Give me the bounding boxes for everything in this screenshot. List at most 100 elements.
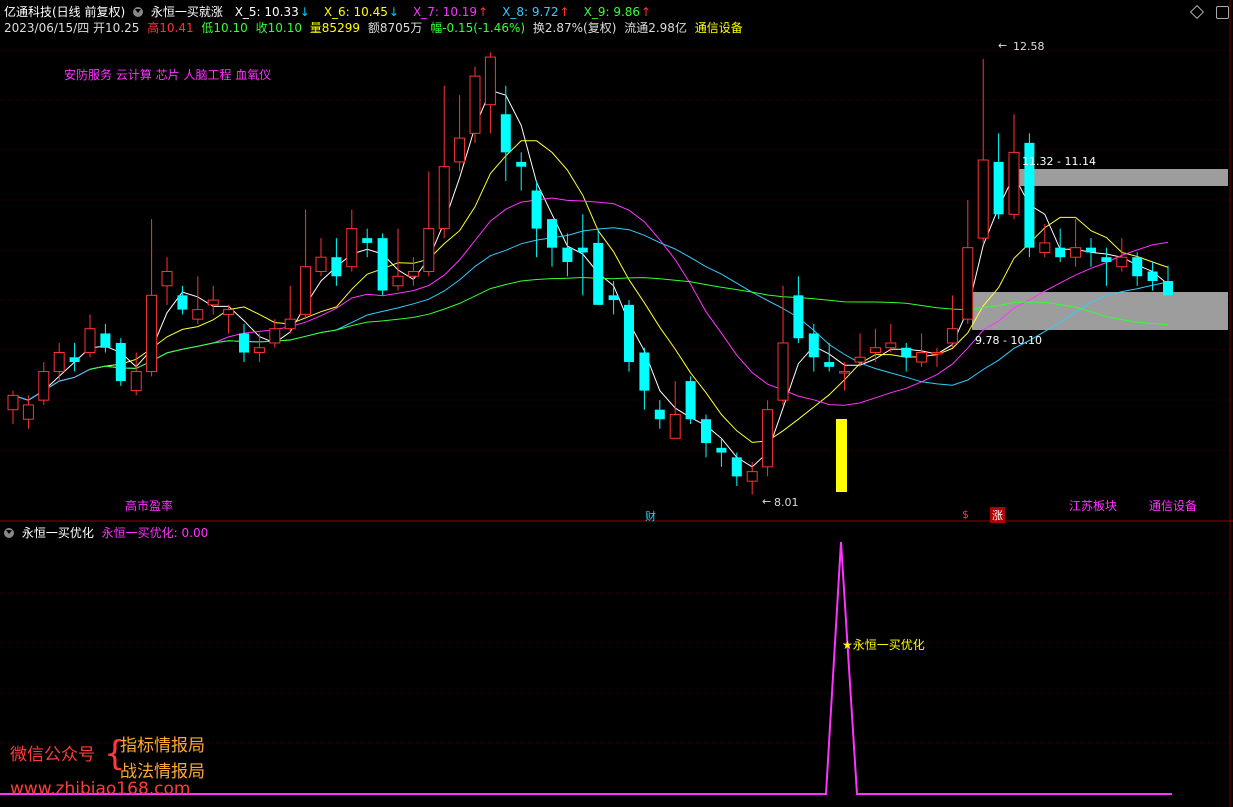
signal-label: ★永恒一买优化 — [842, 638, 925, 652]
candle[interactable] — [931, 347, 943, 367]
candle[interactable] — [484, 52, 496, 134]
volume-highlight-bar[interactable] — [836, 419, 847, 492]
candle-body — [762, 409, 774, 468]
candle[interactable] — [331, 238, 342, 286]
candle-body — [484, 56, 496, 106]
candle-body — [1147, 271, 1158, 282]
candle-body — [808, 333, 819, 358]
candle[interactable] — [438, 85, 450, 239]
candle[interactable] — [284, 285, 296, 334]
candle-body — [146, 294, 158, 373]
price-chart[interactable] — [0, 0, 1233, 807]
candle[interactable] — [1163, 265, 1173, 296]
candle[interactable] — [454, 95, 466, 172]
candle[interactable] — [762, 400, 774, 477]
high-price-label: 12.58 — [1013, 40, 1045, 53]
sub-panel-title[interactable]: 永恒一买优化 — [22, 526, 94, 540]
candle-body — [824, 362, 835, 367]
candle[interactable] — [192, 276, 204, 324]
wechat-label: 微信公众号 — [10, 745, 95, 765]
candle[interactable] — [962, 200, 974, 324]
candle[interactable] — [315, 238, 327, 277]
candle[interactable] — [69, 342, 80, 372]
candle[interactable] — [777, 285, 789, 405]
candle[interactable] — [808, 323, 819, 372]
candle[interactable] — [624, 300, 634, 372]
candle-body — [731, 457, 742, 477]
candle-body — [22, 404, 34, 420]
candle[interactable] — [685, 376, 696, 424]
candle[interactable] — [84, 314, 96, 358]
candle[interactable] — [746, 462, 758, 495]
candle[interactable] — [377, 233, 388, 296]
finance-event-marker[interactable]: 财 — [645, 508, 656, 524]
candle[interactable] — [423, 171, 435, 277]
candle[interactable] — [223, 304, 235, 334]
candle[interactable] — [407, 257, 419, 286]
ma-line-3 — [12, 89, 1169, 468]
candle[interactable] — [161, 257, 173, 305]
candle[interactable] — [146, 219, 158, 377]
candle[interactable] — [130, 352, 142, 396]
candle-body — [516, 161, 527, 167]
zhang-event-marker[interactable]: 涨 — [990, 507, 1005, 523]
dollar-event-marker[interactable]: $ — [962, 508, 969, 521]
candle[interactable] — [946, 295, 958, 348]
candle[interactable] — [269, 319, 281, 348]
candle-body — [377, 238, 388, 291]
candle[interactable] — [1008, 114, 1020, 220]
candle[interactable] — [362, 228, 373, 258]
region-tag: 江苏板块 — [1069, 499, 1118, 513]
candle-body — [69, 357, 80, 363]
candle[interactable] — [300, 209, 312, 320]
candle[interactable] — [392, 228, 404, 291]
candle[interactable] — [593, 228, 604, 305]
candle[interactable] — [1039, 223, 1051, 258]
candle[interactable] — [885, 323, 897, 353]
candle[interactable] — [177, 285, 188, 315]
candle-body — [469, 75, 481, 134]
candle[interactable] — [53, 342, 65, 382]
candle[interactable] — [516, 152, 527, 191]
candle[interactable] — [1116, 238, 1128, 272]
candle[interactable] — [901, 342, 912, 372]
candle-body — [207, 299, 219, 306]
candle[interactable] — [608, 281, 619, 315]
candle[interactable] — [1055, 228, 1066, 262]
candle-body — [746, 471, 758, 482]
candle-body — [654, 409, 665, 420]
dropdown-icon[interactable] — [4, 528, 14, 538]
candle[interactable] — [1070, 219, 1082, 267]
candle[interactable] — [577, 214, 588, 296]
moving-averages — [12, 89, 1169, 468]
candle[interactable] — [100, 323, 111, 353]
candle[interactable] — [701, 414, 711, 458]
candle[interactable] — [531, 180, 542, 258]
candle-body — [100, 333, 111, 348]
candle[interactable] — [7, 390, 19, 424]
candle[interactable] — [793, 276, 804, 343]
candle-body — [1132, 257, 1143, 277]
candle[interactable] — [115, 338, 126, 386]
candle[interactable] — [731, 452, 742, 486]
candle[interactable] — [1086, 238, 1096, 267]
candle-body — [777, 342, 789, 401]
candle[interactable] — [239, 323, 249, 363]
candle[interactable] — [977, 58, 989, 243]
candle[interactable] — [1132, 252, 1143, 286]
candle[interactable] — [993, 133, 1004, 220]
candle[interactable] — [346, 209, 358, 272]
candle[interactable] — [1024, 133, 1035, 258]
candle[interactable] — [654, 400, 665, 429]
candle-body — [284, 318, 296, 330]
candle-body — [1163, 281, 1173, 296]
candle-body — [701, 419, 711, 444]
candle[interactable] — [38, 362, 50, 405]
candle[interactable] — [207, 285, 219, 315]
candle[interactable] — [469, 66, 481, 143]
candle-body — [839, 371, 851, 374]
candle[interactable] — [547, 219, 557, 267]
candle-body — [608, 295, 619, 301]
candle[interactable] — [500, 85, 511, 181]
candle-body — [38, 371, 50, 401]
